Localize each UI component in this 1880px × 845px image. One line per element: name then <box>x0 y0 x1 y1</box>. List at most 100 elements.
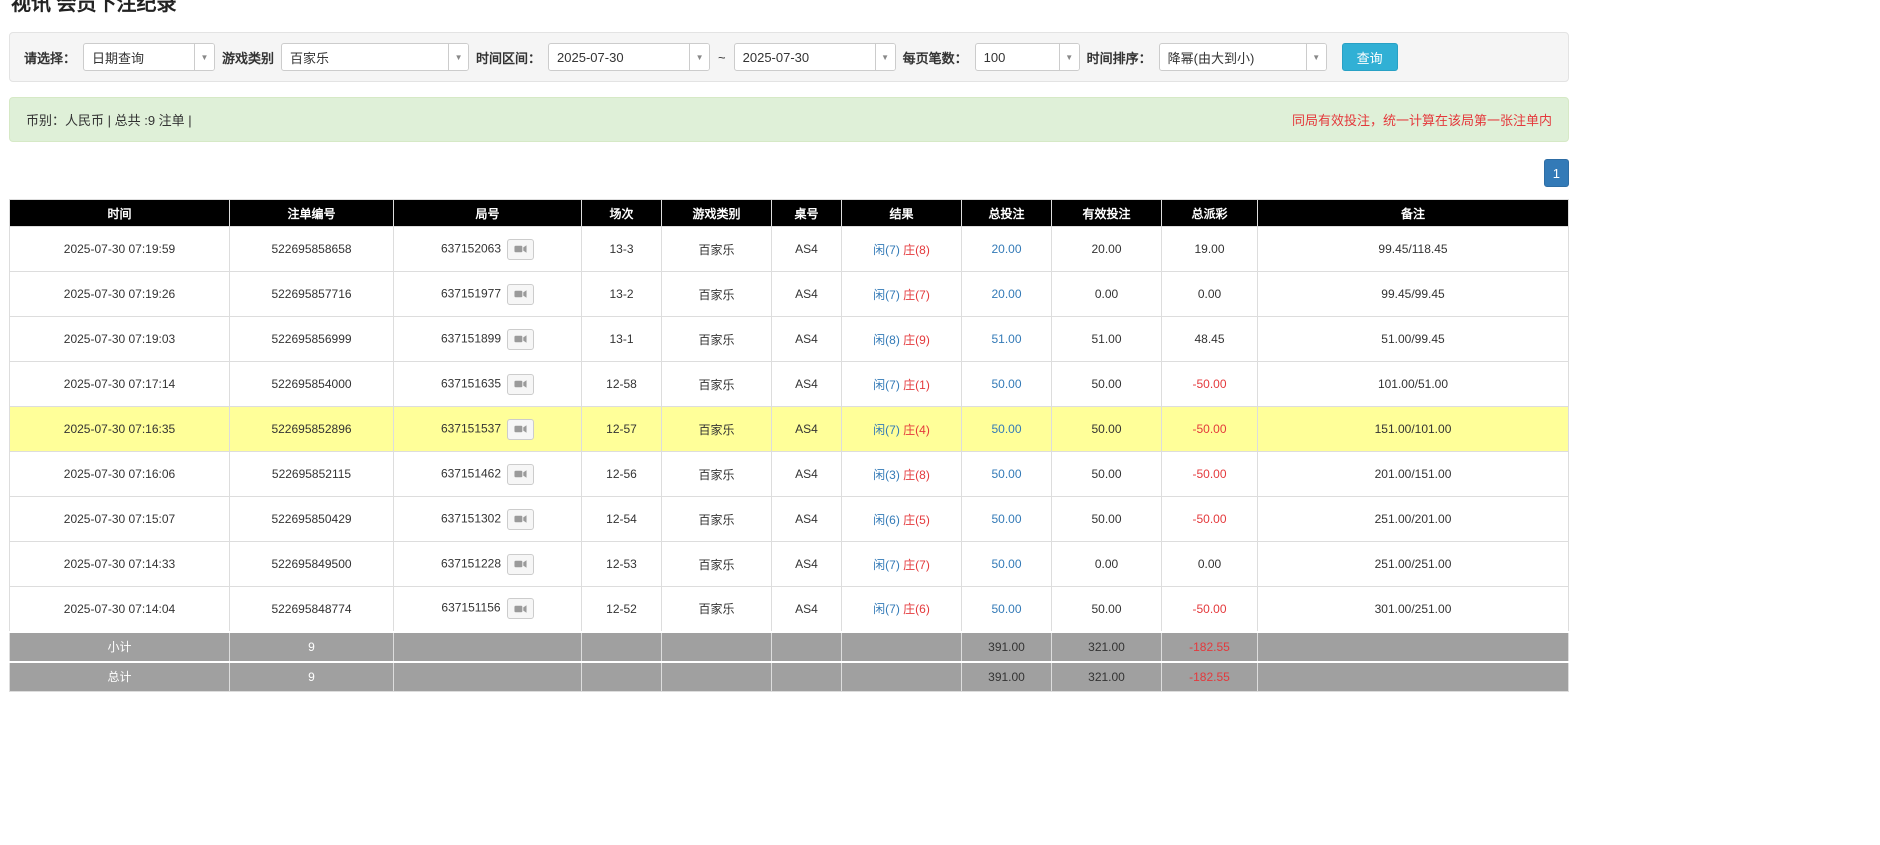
total-row: 总计 9 391.00 321.00 -182.55 <box>9 660 1569 692</box>
cell-total-bet: 50.00 <box>961 496 1052 542</box>
total-bet-link[interactable]: 50.00 <box>991 422 1021 436</box>
total-count: 9 <box>229 660 394 692</box>
select-label: 请选择： <box>24 50 77 66</box>
video-replay-icon[interactable] <box>507 508 535 530</box>
col-header-result: 结果 <box>841 199 962 227</box>
cell-remark: 101.00/51.00 <box>1257 361 1569 407</box>
col-header-table-no: 桌号 <box>771 199 842 227</box>
chevron-down-icon[interactable]: ▼ <box>689 44 710 70</box>
game-type-value: 百家乐 <box>290 50 330 66</box>
video-replay-icon[interactable] <box>507 418 535 440</box>
cell-result: 闲(6) 庄(5) <box>841 496 962 542</box>
cell-session: 12-58 <box>581 361 662 407</box>
cell-bet-id: 522695850429 <box>229 496 394 542</box>
result-banker: 庄(9) <box>903 332 930 347</box>
col-header-valid-bet: 有效投注 <box>1051 199 1162 227</box>
cell-valid-bet: 50.00 <box>1051 496 1162 542</box>
round-id-text: 637151302 <box>440 511 502 526</box>
cell-payout: -50.00 <box>1161 496 1258 542</box>
video-replay-icon[interactable] <box>507 328 535 350</box>
cell-payout: -50.00 <box>1161 451 1258 497</box>
time-sort-select[interactable]: 降幂(由大到小) ▼ <box>1158 43 1327 71</box>
game-type-select[interactable]: 百家乐 ▼ <box>281 43 470 71</box>
cell-round-id: 637151462 <box>393 451 582 497</box>
total-bet-link[interactable]: 20.00 <box>991 287 1021 301</box>
total-bet-link[interactable]: 50.00 <box>991 512 1021 526</box>
col-header-session: 场次 <box>581 199 662 227</box>
chevron-down-icon[interactable]: ▼ <box>1305 44 1326 70</box>
cell-session: 13-3 <box>581 226 662 272</box>
cell-round-id: 637151228 <box>393 541 582 587</box>
chevron-down-icon[interactable]: ▼ <box>1058 44 1079 70</box>
cell-game-type: 百家乐 <box>661 406 772 452</box>
records-table: 时间 注单编号 局号 场次 游戏类别 桌号 结果 总投注 有效投注 总派彩 备注… <box>9 199 1569 692</box>
total-bet-link[interactable]: 50.00 <box>991 467 1021 481</box>
col-header-game-type: 游戏类别 <box>661 199 772 227</box>
cell-game-type: 百家乐 <box>661 361 772 407</box>
cell-time: 2025-07-30 07:14:04 <box>9 586 230 632</box>
round-id-text: 637152063 <box>440 241 502 256</box>
video-replay-icon[interactable] <box>506 598 534 620</box>
chevron-down-icon[interactable]: ▼ <box>448 44 469 70</box>
per-page-select[interactable]: 100 ▼ <box>974 43 1080 71</box>
cell-bet-id: 522695856999 <box>229 316 394 362</box>
chevron-down-icon[interactable]: ▼ <box>874 44 895 70</box>
video-replay-icon[interactable] <box>507 373 535 395</box>
cell-time: 2025-07-30 07:19:03 <box>9 316 230 362</box>
cell-result: 闲(7) 庄(4) <box>841 406 962 452</box>
round-id-text: 637151635 <box>440 376 502 391</box>
round-id-text: 637151228 <box>440 556 502 571</box>
table-row: 2025-07-30 07:16:35 522695852896 6371515… <box>9 406 1569 452</box>
cell-payout: 0.00 <box>1161 541 1258 587</box>
cell-bet-id: 522695854000 <box>229 361 394 407</box>
cell-bet-id: 522695849500 <box>229 541 394 587</box>
result-player: 闲(6) <box>873 512 900 527</box>
cell-table-no: AS4 <box>771 451 842 497</box>
query-type-select[interactable]: 日期查询 ▼ <box>83 43 216 71</box>
total-bet-link[interactable]: 51.00 <box>991 332 1021 346</box>
result-player: 闲(7) <box>873 602 900 617</box>
video-replay-icon[interactable] <box>507 238 535 260</box>
cell-session: 12-56 <box>581 451 662 497</box>
total-bet-link[interactable]: 50.00 <box>991 377 1021 391</box>
alert-note-text: 同局有效投注，统一计算在该局第一张注单内 <box>1291 113 1552 128</box>
result-player: 闲(7) <box>873 287 900 302</box>
total-bet-link[interactable]: 20.00 <box>991 242 1021 256</box>
summary-alert: 币别：人民币 | 总共 :9 注单 | 同局有效投注，统一计算在该局第一张注单内 <box>9 97 1569 142</box>
result-player: 闲(7) <box>873 377 900 392</box>
date-to-value: 2025-07-30 <box>742 49 810 65</box>
cell-result: 闲(7) 庄(6) <box>841 586 962 632</box>
cell-valid-bet: 0.00 <box>1051 541 1162 587</box>
pagination: 1 <box>9 159 1569 187</box>
video-replay-icon[interactable] <box>507 283 535 305</box>
cell-time: 2025-07-30 07:16:06 <box>9 451 230 497</box>
cell-bet-id: 522695852115 <box>229 451 394 497</box>
cell-session: 12-52 <box>581 586 662 632</box>
query-button[interactable]: 查询 <box>1341 43 1398 71</box>
cell-valid-bet: 50.00 <box>1051 451 1162 497</box>
table-row: 2025-07-30 07:14:33 522695849500 6371512… <box>9 541 1569 587</box>
table-row: 2025-07-30 07:16:06 522695852115 6371514… <box>9 451 1569 497</box>
cell-valid-bet: 50.00 <box>1051 586 1162 632</box>
cell-game-type: 百家乐 <box>661 451 772 497</box>
cell-time: 2025-07-30 07:19:26 <box>9 271 230 317</box>
filter-bar: 请选择： 日期查询 ▼ 游戏类别 百家乐 ▼ 时间区间： 2025-07-30 … <box>9 32 1569 82</box>
page-title: 视讯 会员下注纪录 <box>11 0 177 15</box>
date-from-input[interactable]: 2025-07-30 ▼ <box>548 43 711 71</box>
cell-table-no: AS4 <box>771 586 842 632</box>
subtotal-label: 小计 <box>9 630 230 662</box>
page-container: 视讯 会员下注纪录 请选择： 日期查询 ▼ 游戏类别 百家乐 ▼ 时间区间： 2… <box>9 0 1569 692</box>
video-replay-icon[interactable] <box>507 463 535 485</box>
chevron-down-icon[interactable]: ▼ <box>194 44 215 70</box>
total-bet-link[interactable]: 50.00 <box>991 602 1021 616</box>
total-bet-link[interactable]: 50.00 <box>991 557 1021 571</box>
cell-remark: 201.00/151.00 <box>1257 451 1569 497</box>
video-replay-icon[interactable] <box>507 553 535 575</box>
page-1-button[interactable]: 1 <box>1543 159 1569 187</box>
cell-total-bet: 50.00 <box>961 541 1052 587</box>
cell-result: 闲(7) 庄(7) <box>841 541 962 587</box>
round-id-text: 637151899 <box>440 331 502 346</box>
cell-payout: -50.00 <box>1161 361 1258 407</box>
time-sort-label: 时间排序： <box>1086 50 1152 66</box>
date-to-input[interactable]: 2025-07-30 ▼ <box>733 43 896 71</box>
